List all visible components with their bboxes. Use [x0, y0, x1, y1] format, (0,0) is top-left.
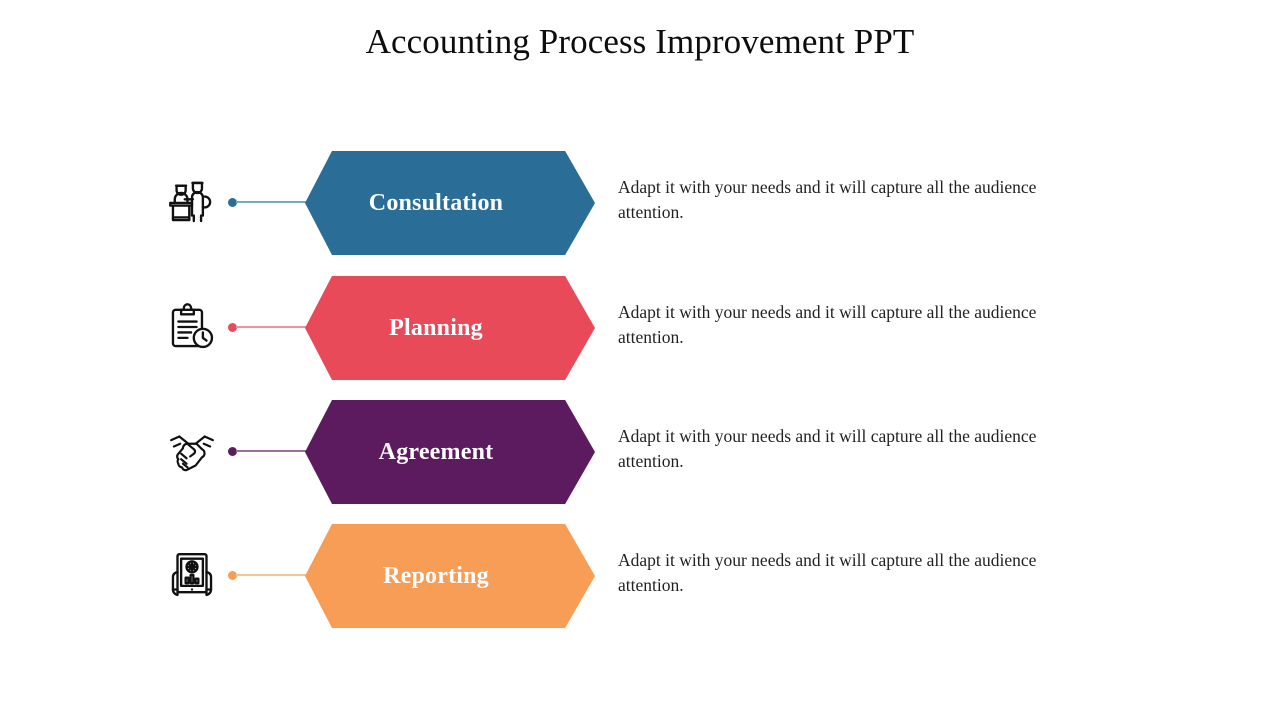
- step-hexagon-reporting[interactable]: Reporting: [305, 524, 595, 628]
- step-description: Adapt it with your needs and it will cap…: [618, 177, 1037, 222]
- connector-line: [236, 201, 308, 203]
- step-label: Consultation: [368, 189, 504, 216]
- handshake-icon: [163, 422, 221, 480]
- consultation-desk-icon: [163, 173, 221, 231]
- step-label: Planning: [389, 314, 483, 341]
- step-label: Reporting: [383, 562, 489, 589]
- connector-line: [236, 326, 308, 328]
- page-title: Accounting Process Improvement PPT: [365, 22, 915, 61]
- step-hexagon-consultation[interactable]: Consultation: [305, 151, 595, 255]
- step-description: Adapt it with your needs and it will cap…: [618, 302, 1037, 347]
- step-description: Adapt it with your needs and it will cap…: [618, 426, 1037, 471]
- connector-line: [236, 450, 308, 452]
- step-label: Agreement: [378, 438, 494, 465]
- process-step-row: Agreement Adapt it with your needs and i…: [0, 400, 1280, 504]
- clipboard-clock-icon: [163, 298, 221, 356]
- step-hexagon-planning[interactable]: Planning: [305, 276, 595, 380]
- process-step-row: Planning Adapt it with your needs and it…: [0, 276, 1280, 380]
- connector-line: [236, 574, 308, 576]
- step-hexagon-agreement[interactable]: Agreement: [305, 400, 595, 504]
- process-step-row: Reporting Adapt it with your needs and i…: [0, 524, 1280, 628]
- process-step-row: Consultation Adapt it with your needs an…: [0, 151, 1280, 255]
- slide-canvas: Accounting Process Improvement PPT Consu…: [0, 0, 1280, 720]
- step-description: Adapt it with your needs and it will cap…: [618, 550, 1037, 595]
- report-tablet-icon: [163, 546, 221, 604]
